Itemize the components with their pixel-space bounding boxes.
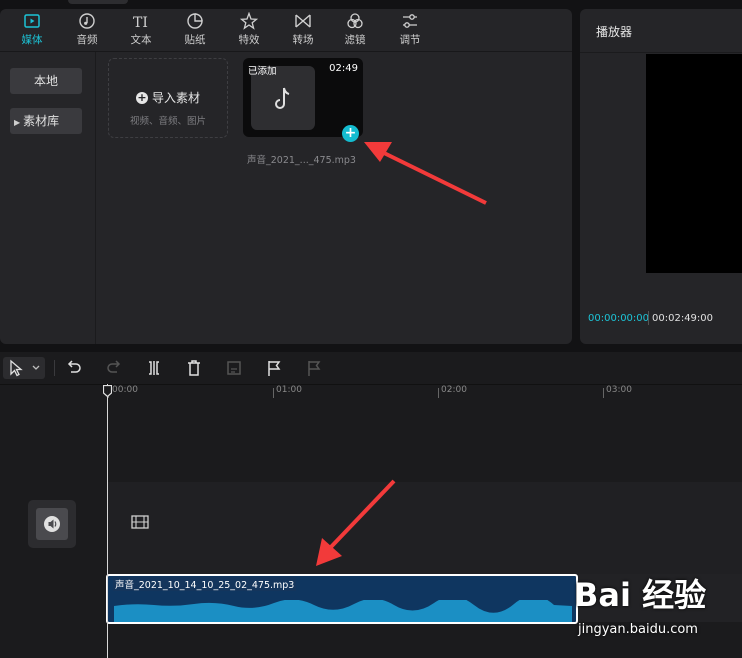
tab-effects[interactable]: 特效 — [227, 12, 271, 50]
caret-right-icon: ▶ — [14, 118, 21, 127]
divider — [54, 360, 55, 376]
divider — [648, 311, 649, 325]
media-card-filename: 声音_2021_..._475.mp3 — [247, 155, 356, 166]
tab-text[interactable]: TI 文本 — [119, 12, 163, 50]
tab-transition-label: 转场 — [292, 34, 314, 46]
baidu-jingyan-watermark: Bai 经验 jingyan.baidu.com — [574, 570, 742, 658]
player-preview[interactable] — [646, 54, 742, 273]
redo-icon — [107, 360, 121, 373]
undo-button[interactable] — [64, 358, 84, 378]
add-to-timeline-button[interactable]: + — [342, 125, 359, 142]
marker-remove-button[interactable] — [304, 358, 324, 378]
ruler-label: 02:00 — [441, 385, 467, 395]
ruler-label: 00:00 — [112, 385, 138, 395]
tab-transition[interactable]: 转场 — [281, 12, 325, 50]
freeze-button[interactable] — [224, 358, 244, 378]
sidebar-item-local[interactable]: 本地 — [10, 68, 82, 94]
timecode-current: 00:00:00:00 — [588, 313, 650, 324]
undo-icon — [67, 360, 81, 373]
text-icon: TI — [133, 15, 148, 30]
plus-icon: + — [344, 125, 357, 141]
ruler-tick — [273, 388, 274, 398]
video-track[interactable] — [108, 482, 742, 576]
waveform — [114, 600, 572, 622]
sidebar-item-library-label: 素材库 — [23, 114, 60, 128]
import-subtitle: 视频、音频、图片 — [129, 116, 206, 127]
effects-icon — [240, 12, 258, 30]
tab-bar: 媒体 音频 TI 文本 贴纸 特效 转场 滤镜 调节 — [0, 9, 572, 52]
film-icon — [131, 515, 149, 529]
svg-text:TI: TI — [133, 15, 148, 30]
added-badge: 已添加 — [248, 66, 277, 77]
timecode-total: 00:02:49:00 — [652, 313, 714, 324]
adjust-icon — [403, 14, 417, 28]
sidebar-item-library[interactable]: ▶ 素材库 — [10, 108, 82, 134]
media-sidebar: 本地 ▶ 素材库 — [0, 52, 96, 344]
player-panel: 播放器 00:00:00:00 00:02:49:00 — [580, 9, 742, 344]
tab-sticker[interactable]: 贴纸 — [173, 12, 217, 50]
split-icon — [149, 361, 159, 375]
flag-disabled-icon — [308, 361, 321, 376]
split-button[interactable] — [144, 358, 164, 378]
timeline-ruler[interactable]: 00:00 01:00 02:00 03:00 — [108, 385, 742, 403]
redo-button[interactable] — [104, 358, 124, 378]
watermark-url: jingyan.baidu.com — [578, 622, 698, 637]
import-title: + 导入素材 — [109, 89, 227, 106]
sidebar-item-local-label: 本地 — [33, 74, 58, 88]
tab-audio[interactable]: 音频 — [65, 12, 109, 50]
ruler-tick — [438, 388, 439, 398]
transition-icon — [295, 14, 311, 28]
marker-button[interactable] — [264, 358, 284, 378]
tab-media[interactable]: 媒体 — [10, 12, 54, 50]
tab-effects-label: 特效 — [238, 34, 260, 46]
player-title: 播放器 — [596, 25, 633, 39]
filter-icon — [347, 13, 363, 29]
sticker-icon — [187, 13, 203, 29]
speaker-icon — [44, 516, 60, 532]
track-header — [28, 500, 76, 548]
tab-filter-label: 滤镜 — [344, 34, 366, 46]
audio-icon — [79, 13, 95, 29]
tab-filter[interactable]: 滤镜 — [333, 12, 377, 50]
plus-icon: + — [135, 91, 148, 104]
import-media-button[interactable]: + 导入素材 视频、音频、图片 — [108, 58, 228, 138]
tab-adjust-label: 调节 — [399, 34, 421, 46]
watermark-logo: Bai 经验 — [574, 576, 707, 614]
import-title-label: 导入素材 — [151, 91, 200, 105]
ruler-label: 01:00 — [276, 385, 302, 395]
media-card[interactable]: 已添加 02:49 + — [243, 58, 363, 142]
tab-media-label: 媒体 — [21, 34, 43, 46]
tab-audio-label: 音频 — [76, 34, 98, 46]
playhead-handle[interactable] — [103, 385, 112, 397]
ruler-label: 03:00 — [606, 385, 632, 395]
tab-adjust[interactable]: 调节 — [388, 12, 432, 50]
flag-icon — [268, 361, 281, 376]
trash-icon — [188, 360, 200, 376]
ruler-tick — [603, 388, 604, 398]
media-duration: 02:49 — [329, 63, 358, 74]
audio-clip[interactable]: 声音_2021_10_14_10_25_02_475.mp3 — [106, 574, 578, 624]
mute-button[interactable] — [36, 508, 68, 540]
tab-text-label: 文本 — [130, 34, 152, 46]
delete-button[interactable] — [184, 358, 204, 378]
divider — [580, 52, 742, 53]
timeline-toolbar — [0, 352, 742, 385]
freeze-frame-icon — [227, 361, 241, 375]
top-strip-tab — [68, 0, 128, 4]
cursor-icon — [10, 359, 40, 377]
media-icon — [24, 14, 40, 28]
tab-sticker-label: 贴纸 — [184, 34, 206, 46]
audio-clip-label: 声音_2021_10_14_10_25_02_475.mp3 — [113, 577, 297, 591]
select-tool-button[interactable] — [3, 357, 45, 379]
playhead-line[interactable] — [107, 384, 108, 658]
